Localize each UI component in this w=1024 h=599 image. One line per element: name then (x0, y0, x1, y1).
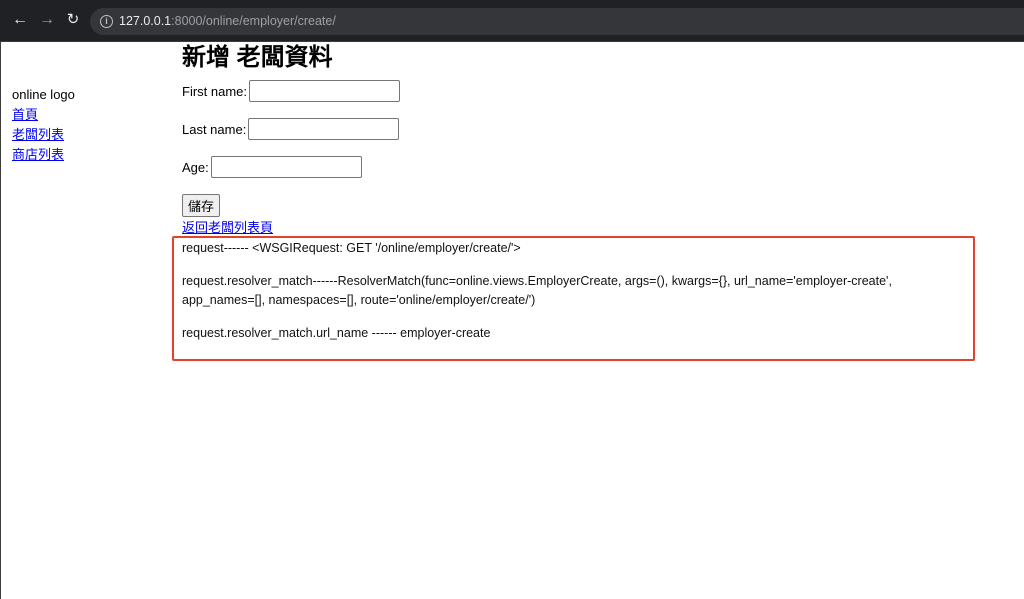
sidebar-link-employer-list[interactable]: 老闆列表 (12, 125, 75, 145)
url-host: 127.0.0.1 (119, 14, 172, 28)
window-edge (0, 41, 1, 599)
url-path: :8000/online/employer/create/ (171, 14, 336, 28)
site-logo: online logo (12, 87, 75, 102)
reload-icon[interactable]: ↻ (65, 12, 81, 28)
info-icon[interactable]: i (100, 15, 113, 28)
debug-request-line: request------ <WSGIRequest: GET '/online… (182, 241, 521, 255)
sidebar-link-shop-list[interactable]: 商店列表 (12, 145, 75, 165)
last-name-label: Last name: (182, 121, 247, 137)
save-button[interactable]: 儲存 (182, 194, 221, 217)
debug-resolver-match-line: request.resolver_match------ResolverMatc… (182, 274, 892, 288)
url-text[interactable]: 127.0.0.1:8000/online/employer/create/ (119, 14, 336, 29)
last-name-input[interactable] (248, 118, 400, 140)
first-name-input[interactable] (249, 80, 401, 102)
debug-url-name-line: request.resolver_match.url_name ------ e… (182, 326, 491, 340)
age-input[interactable] (210, 156, 362, 178)
address-bar[interactable]: i 127.0.0.1:8000/online/employer/create/ (90, 8, 1024, 35)
page-title: 新增 老闆資料 (182, 44, 333, 71)
last-name-row: Last name: (182, 118, 400, 140)
sidebar: online logo 首頁 老闆列表 商店列表 (12, 85, 75, 165)
debug-resolver-match-line-cont: app_names=[], namespaces=[], route='onli… (182, 293, 536, 307)
back-to-list-link[interactable]: 返回老闆列表頁 (182, 219, 273, 237)
browser-toolbar: ← → ↻ i 127.0.0.1:8000/online/employer/c… (0, 0, 1024, 42)
age-row: Age: (182, 156, 362, 178)
first-name-label: First name: (182, 83, 248, 99)
sidebar-link-home[interactable]: 首頁 (12, 105, 75, 125)
age-label: Age: (182, 159, 209, 175)
first-name-row: First name: (182, 80, 401, 102)
arrow-left-icon[interactable]: ← (12, 12, 28, 28)
arrow-right-icon[interactable]: → (39, 12, 55, 28)
